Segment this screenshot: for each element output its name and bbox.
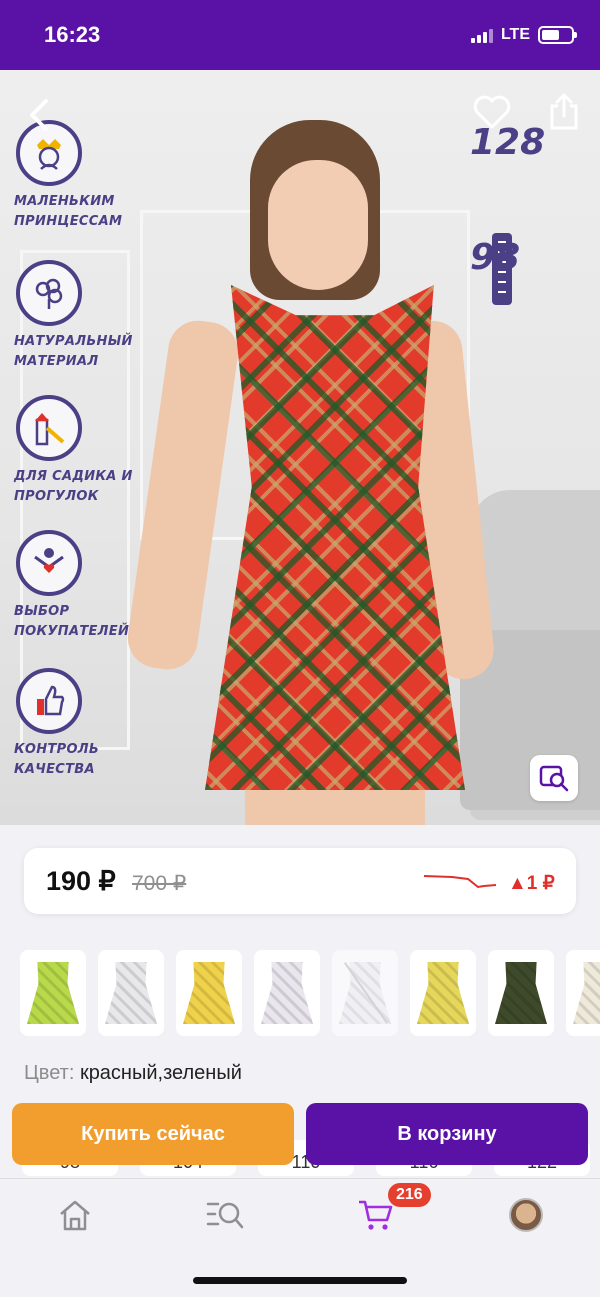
add-to-cart-button[interactable]: В корзину bbox=[306, 1103, 588, 1165]
feature-label: МАЛЕНЬКИМ ПРИНЦЕССАМ bbox=[14, 194, 123, 229]
feature-label: ДЛЯ САДИКА И ПРОГУЛОК bbox=[14, 469, 133, 504]
buy-now-button[interactable]: Купить сейчас bbox=[12, 1103, 294, 1165]
price-history-chart bbox=[423, 875, 497, 889]
price-card[interactable]: 190 ₽ 700 ₽ ▲1 ₽ bbox=[24, 848, 576, 914]
color-value: красный,зеленый bbox=[79, 1062, 242, 1084]
chevron-left-icon bbox=[30, 99, 48, 131]
color-variant-thumbnail[interactable] bbox=[332, 950, 398, 1036]
playground-icon bbox=[16, 395, 82, 461]
feature-princess: МАЛЕНЬКИМ ПРИНЦЕССАМ bbox=[14, 120, 154, 232]
image-search-button[interactable] bbox=[530, 755, 578, 801]
color-variant-thumbnail[interactable] bbox=[176, 950, 242, 1036]
catalog-search-icon bbox=[206, 1202, 244, 1229]
model-face bbox=[268, 160, 368, 290]
favorite-button[interactable] bbox=[472, 94, 512, 130]
feature-customer-choice: ВЫБОР ПОКУПАТЕЛЕЙ bbox=[14, 530, 154, 642]
product-image[interactable]: МАЛЕНЬКИМ ПРИНЦЕССАМ НАТУРАЛЬНЫЙ МАТЕРИА… bbox=[0, 70, 600, 825]
share-button[interactable] bbox=[546, 92, 582, 132]
tab-home[interactable] bbox=[53, 1193, 97, 1237]
color-info: Цвет: красный,зеленый bbox=[24, 1062, 242, 1085]
price-change: ▲1 ₽ bbox=[508, 873, 555, 894]
feature-label: НАТУРАЛЬНЫЙ МАТЕРИАЛ bbox=[14, 334, 133, 369]
cotton-icon bbox=[16, 260, 82, 326]
old-price: 700 ₽ bbox=[132, 872, 187, 895]
thumbs-up-icon bbox=[16, 668, 82, 734]
customer-choice-icon bbox=[16, 530, 82, 596]
color-variant-thumbnail[interactable] bbox=[566, 950, 600, 1036]
status-time: 16:23 bbox=[44, 22, 101, 47]
image-search-icon bbox=[539, 765, 569, 792]
cart-count-badge: 216 bbox=[388, 1183, 431, 1207]
tab-catalog[interactable] bbox=[203, 1193, 247, 1237]
heart-icon bbox=[473, 95, 511, 129]
feature-quality: КОНТРОЛЬ КАЧЕСТВА bbox=[14, 668, 154, 780]
size-min: 98 bbox=[470, 237, 521, 278]
current-price: 190 ₽ bbox=[46, 866, 116, 896]
variant-swatch bbox=[573, 962, 600, 1024]
color-variant-thumbnail[interactable] bbox=[254, 950, 320, 1036]
color-variant-thumbnail[interactable] bbox=[98, 950, 164, 1036]
color-variants[interactable] bbox=[20, 950, 600, 1038]
feature-label: ВЫБОР ПОКУПАТЕЛЕЙ bbox=[14, 604, 130, 639]
variant-swatch bbox=[495, 962, 547, 1024]
color-label: Цвет: bbox=[24, 1062, 75, 1084]
back-button[interactable] bbox=[22, 95, 62, 135]
variant-swatch bbox=[105, 962, 157, 1024]
avatar bbox=[509, 1198, 543, 1232]
cart-icon bbox=[359, 1200, 393, 1230]
feature-label: КОНТРОЛЬ КАЧЕСТВА bbox=[14, 742, 100, 777]
variant-swatch bbox=[417, 962, 469, 1024]
variant-swatch bbox=[183, 962, 235, 1024]
variant-swatch bbox=[261, 962, 313, 1024]
home-icon bbox=[60, 1200, 90, 1231]
color-variant-thumbnail[interactable] bbox=[410, 950, 476, 1036]
signal-icon bbox=[470, 27, 493, 43]
feature-material: НАТУРАЛЬНЫЙ МАТЕРИАЛ bbox=[14, 260, 154, 372]
home-indicator bbox=[193, 1277, 407, 1284]
color-variant-thumbnail[interactable] bbox=[488, 950, 554, 1036]
color-variant-thumbnail[interactable] bbox=[20, 950, 86, 1036]
network-label: LTE bbox=[500, 26, 530, 43]
share-icon bbox=[550, 92, 578, 130]
variant-swatch bbox=[27, 962, 79, 1024]
battery-icon bbox=[538, 26, 577, 44]
tab-profile[interactable] bbox=[504, 1193, 548, 1237]
status-indicators: LTE bbox=[470, 26, 577, 44]
status-bar: 16:23 LTE bbox=[0, 0, 600, 70]
feature-kindergarten: ДЛЯ САДИКА И ПРОГУЛОК bbox=[14, 395, 154, 507]
